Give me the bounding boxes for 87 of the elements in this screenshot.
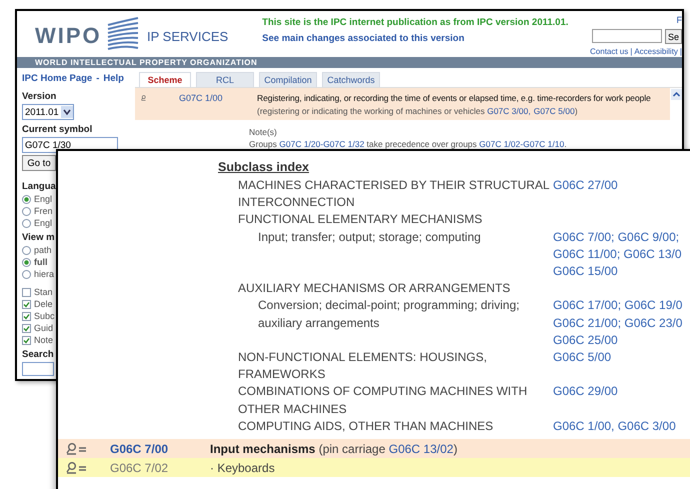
magnifier-icon[interactable] — [66, 462, 88, 474]
symbol-link[interactable]: G06C 11/00; G06C 13/0 — [553, 246, 682, 264]
option-label: Note — [34, 335, 54, 345]
separator: | — [630, 47, 632, 56]
option-label: Subc — [34, 311, 55, 321]
note-label: Note(s) — [249, 127, 278, 137]
checkbox[interactable] — [22, 312, 31, 320]
logo-text: WIPO — [35, 23, 102, 49]
radio-button[interactable] — [22, 246, 31, 254]
caret-up-icon — [672, 90, 680, 99]
option-label: Stan — [34, 287, 53, 297]
option-label: Dele — [34, 299, 53, 309]
symbol-link[interactable]: G07C 1/00 — [151, 93, 255, 116]
field-label: Langua — [22, 181, 57, 192]
symbol-link[interactable]: G06C 5/00 — [553, 349, 612, 366]
row-title: · Keyboards — [210, 460, 275, 475]
nav-link[interactable]: Help — [103, 73, 124, 84]
checkbox[interactable] — [22, 300, 31, 308]
search-field[interactable] — [22, 362, 54, 376]
tab[interactable]: Catchwords — [322, 72, 380, 87]
version-select[interactable]: 2011.01 — [22, 104, 74, 120]
symbol-link[interactable]: G07C 1/20-G07C 1/32 — [279, 139, 364, 149]
separator: - — [96, 73, 100, 84]
field-label: View m — [22, 232, 56, 243]
option-label: Engl — [34, 218, 52, 228]
separator: | — [680, 47, 682, 56]
symbol-link[interactable]: G07C 3/00, — [487, 106, 531, 116]
magnifier-icon[interactable] — [66, 442, 88, 455]
index-term: Conversion; decimal-point; programming; driving; auxiliary arrangements — [258, 297, 520, 332]
radio-button[interactable] — [22, 194, 31, 204]
entry-reference: (registering or indicating the working of machines or vehicles G07C 3/00, G07C 5/00) — [257, 106, 579, 116]
search-button[interactable]: Se — [664, 29, 682, 44]
symbol-link[interactable]: G06C 13/02 — [388, 442, 454, 456]
field-label: Current symbol — [22, 124, 94, 135]
option-label: hiera — [34, 269, 54, 279]
index-term: Input; transfer; output; storage; computing — [258, 228, 482, 246]
changes-link[interactable]: See main changes associated to this version — [262, 33, 568, 44]
option-label: Fren — [34, 206, 53, 216]
index-title: Subclass index — [218, 160, 310, 174]
symbol-link[interactable]: G06C 7/02 — [110, 460, 210, 475]
header-link[interactable]: Accessibility — [634, 47, 678, 56]
index-term: MACHINES CHARACTERISED BY THEIR STRUCTURAL INTERCONNECTION — [238, 177, 550, 212]
tab[interactable]: Scheme — [139, 72, 191, 87]
radio-button[interactable] — [22, 270, 31, 278]
option-label: path — [34, 245, 52, 255]
option-label: full — [34, 257, 48, 267]
index-term: COMBINATIONS OF COMPUTING MACHINES WITH OTHER MACHINES — [238, 383, 528, 418]
symbol-link[interactable]: G06C 29/00 — [553, 383, 618, 401]
symbol-link[interactable]: G06C 1/00, G06C 3/00 — [553, 418, 676, 436]
radio-button[interactable] — [22, 206, 31, 216]
go-button[interactable]: Go to — [22, 155, 56, 171]
field-label: Search — [22, 349, 55, 360]
symbol-link[interactable]: G06C 25/00 — [553, 332, 682, 350]
search-field[interactable] — [592, 29, 662, 43]
field-label: Version — [22, 91, 58, 102]
symbol-link[interactable]: G06C 21/00; G06C 23/0 — [553, 314, 682, 332]
tab[interactable]: Compilation — [259, 72, 317, 87]
index-term: NON-FUNCTIONAL ELEMENTS: HOUSINGS, FRAMEWORKS — [238, 349, 488, 384]
symbol-link[interactable]: G06C 7/00 — [110, 442, 210, 456]
header-link[interactable]: Contact us — [590, 47, 628, 56]
organization-band: WORLD INTELLECTUAL PROPERTY ORGANIZATION — [17, 57, 682, 68]
symbol-link[interactable]: G06C 15/00 — [553, 263, 682, 280]
entry-title: Registering, indicating, or recording the time of events or elapsed time, e.g. time-recorders for work people — [257, 93, 651, 103]
radio-button[interactable] — [22, 218, 31, 228]
header-link[interactable]: F — [676, 15, 682, 25]
checkbox[interactable] — [22, 288, 31, 296]
notice-text: This site is the IPC internet publication as from IPC version 2011.01. — [262, 17, 568, 28]
tab[interactable]: RCL — [196, 72, 254, 87]
index-term: FUNCTIONAL ELEMENTARY MECHANISMS — [238, 211, 484, 228]
symbol-link[interactable]: G06C 17/00; G06C 19/0 — [553, 297, 682, 315]
scroll-up-button[interactable] — [670, 89, 682, 100]
symbol-link[interactable]: G07C 1/02-G07C 1/10 — [479, 139, 564, 149]
nav-link[interactable]: IPC Home Page — [22, 73, 92, 84]
symbol-link[interactable]: G07C 5/00 — [534, 106, 575, 116]
index-term: AUXILIARY MECHANISMS OR ARRANGEMENTS — [238, 280, 512, 298]
checkbox[interactable] — [22, 336, 31, 344]
option-label: Guid — [34, 323, 54, 333]
row-title: Input mechanisms (pin carriage G06C 13/02) — [210, 442, 458, 456]
caret-icon — [61, 106, 73, 118]
index-term: COMPUTING AIDS, OTHER THAN MACHINES — [238, 418, 494, 435]
service-title: IP SERVICES — [147, 29, 228, 44]
radio-button[interactable] — [22, 258, 31, 266]
symbol-link[interactable]: G06C 7/00; G06C 9/00; — [553, 228, 682, 246]
option-label: Engl — [34, 194, 52, 204]
checkbox[interactable] — [22, 324, 31, 332]
note-text: Groups G07C 1/20-G07C 1/32 take precedence over groups G07C 1/02-G07C 1/10. — [249, 139, 568, 149]
symbol-link[interactable]: G06C 27/00 — [553, 177, 618, 194]
